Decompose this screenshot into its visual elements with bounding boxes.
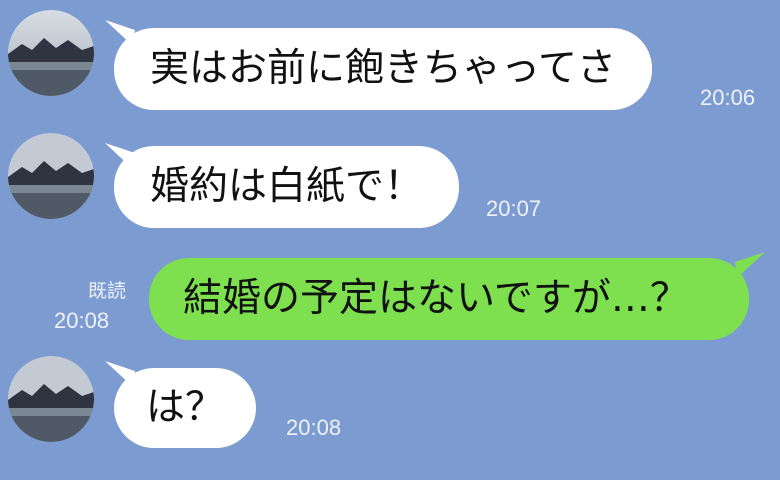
message-timestamp: 20:08 — [286, 415, 342, 440]
chat-conversation: 実はお前に飽きちゃってさ 20:06 婚約は白紙で！ 20:07 既読 20:0… — [0, 0, 780, 480]
message-bubble[interactable]: は？ — [114, 368, 257, 448]
contact-avatar[interactable] — [8, 356, 94, 442]
message-row-incoming: は？ 20:08 — [0, 0, 780, 480]
lake-mountain-avatar-icon — [8, 356, 94, 442]
